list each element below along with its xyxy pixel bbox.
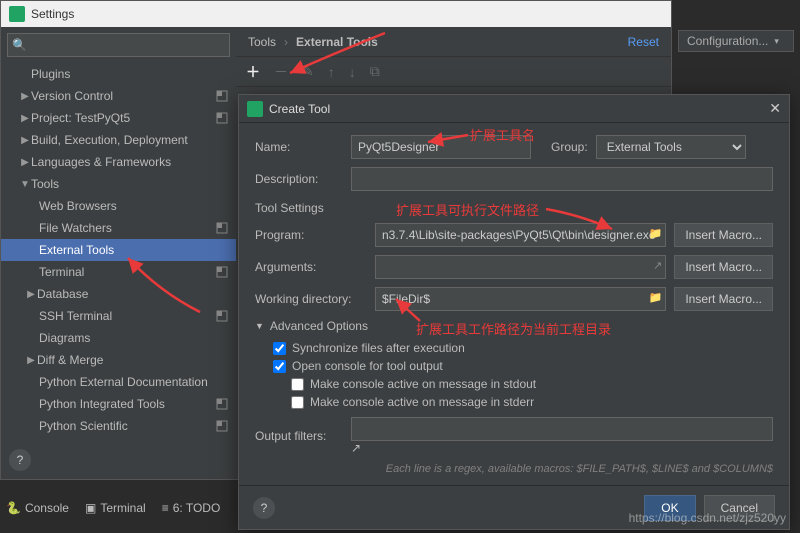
program-label: Program: (255, 228, 375, 242)
move-up-button[interactable]: ↑ (328, 64, 335, 80)
group-label: Group: (551, 140, 588, 154)
breadcrumb: Tools › External Tools Reset (236, 27, 671, 57)
terminal-icon: ▣ (85, 501, 96, 515)
filters-hint: Each line is a regex, available macros: … (255, 463, 773, 475)
sync-checkbox[interactable] (273, 342, 286, 355)
project-scope-icon (216, 90, 228, 102)
arguments-input[interactable] (375, 255, 666, 279)
name-input[interactable] (351, 135, 531, 159)
move-down-button[interactable]: ↓ (349, 64, 356, 80)
name-label: Name: (255, 140, 351, 154)
tree-database[interactable]: ▶Database (1, 283, 236, 305)
description-input[interactable] (351, 167, 773, 191)
project-scope-icon (216, 310, 228, 322)
ok-button[interactable]: OK (644, 495, 695, 521)
tree-py-ext-doc[interactable]: Python External Documentation (1, 371, 236, 393)
sync-checkbox-row: Synchronize files after execution (273, 341, 773, 355)
help-button[interactable]: ? (9, 449, 31, 471)
tree-version-control[interactable]: ▶Version Control (1, 85, 236, 107)
stderr-checkbox[interactable] (291, 396, 304, 409)
tree-diff-merge[interactable]: ▶Diff & Merge (1, 349, 236, 371)
breadcrumb-separator: › (284, 35, 288, 49)
tree-languages[interactable]: ▶Languages & Frameworks (1, 151, 236, 173)
stdout-checkbox-row: Make console active on message in stdout (291, 377, 773, 391)
copy-button[interactable]: ⧉ (370, 63, 380, 80)
project-scope-icon (216, 398, 228, 410)
config-label: Configuration... (687, 34, 768, 48)
description-label: Description: (255, 172, 351, 186)
filters-input[interactable] (351, 417, 773, 441)
group-select[interactable]: External Tools (596, 135, 746, 159)
dialog-help-button[interactable]: ? (253, 497, 275, 519)
chevron-down-icon: ▼ (255, 321, 264, 331)
console-icon: 🐍 (6, 501, 21, 515)
insert-macro-arguments[interactable]: Insert Macro... (674, 255, 773, 279)
project-scope-icon (216, 112, 228, 124)
program-input[interactable] (375, 223, 666, 247)
breadcrumb-leaf: External Tools (296, 35, 378, 49)
reset-link[interactable]: Reset (628, 35, 659, 49)
bottom-console[interactable]: 🐍Console (6, 501, 69, 515)
app-icon (9, 6, 25, 22)
tree-diagrams[interactable]: Diagrams (1, 327, 236, 349)
dialog-footer: ? OK Cancel (239, 485, 789, 529)
project-scope-icon (216, 420, 228, 432)
stderr-checkbox-row: Make console active on message in stderr (291, 395, 773, 409)
settings-titlebar: Settings (1, 1, 671, 27)
bottom-toolbar: 🐍Console ▣Terminal ≡6: TODO (6, 501, 220, 515)
breadcrumb-root[interactable]: Tools (248, 35, 276, 49)
tree-py-int-tools[interactable]: Python Integrated Tools (1, 393, 236, 415)
create-tool-dialog: Create Tool ✕ Name: Group: External Tool… (238, 94, 790, 530)
tree-project[interactable]: ▶Project: TestPyQt5 (1, 107, 236, 129)
chevron-down-icon: ▾ (774, 36, 779, 47)
arguments-label: Arguments: (255, 260, 375, 274)
tool-settings-section: Tool Settings (255, 201, 773, 215)
tree-tools[interactable]: ▼Tools (1, 173, 236, 195)
remove-button[interactable]: － (274, 62, 288, 82)
browse-icon[interactable]: 📁 (649, 227, 663, 240)
toolbar: ＋ － ✎ ↑ ↓ ⧉ (236, 57, 671, 87)
expand-icon[interactable]: ↗ (351, 441, 361, 455)
open-console-checkbox[interactable] (273, 360, 286, 373)
bottom-todo[interactable]: ≡6: TODO (162, 501, 221, 515)
tree-plugins[interactable]: Plugins (1, 63, 236, 85)
search-icon: 🔍 (12, 38, 27, 52)
search-input[interactable] (7, 33, 230, 57)
todo-icon: ≡ (162, 501, 169, 515)
add-button[interactable]: ＋ (246, 62, 260, 82)
run-configuration-dropdown[interactable]: Configuration... ▾ (678, 30, 794, 52)
settings-title: Settings (31, 7, 74, 21)
edit-button[interactable]: ✎ (302, 63, 314, 80)
dialog-titlebar: Create Tool ✕ (239, 95, 789, 123)
insert-macro-workdir[interactable]: Insert Macro... (674, 287, 773, 311)
close-icon[interactable]: ✕ (769, 100, 781, 117)
project-scope-icon (216, 266, 228, 278)
tree-external-tools[interactable]: External Tools (1, 239, 236, 261)
settings-tree: Plugins ▶Version Control ▶Project: TestP… (1, 63, 236, 441)
workdir-label: Working directory: (255, 292, 375, 306)
cancel-button[interactable]: Cancel (704, 495, 775, 521)
app-icon (247, 101, 263, 117)
expand-icon[interactable]: ↗ (653, 259, 662, 272)
tree-web-browsers[interactable]: Web Browsers (1, 195, 236, 217)
stdout-checkbox[interactable] (291, 378, 304, 391)
console-checkbox-row: Open console for tool output (273, 359, 773, 373)
settings-search: 🔍 (7, 33, 230, 57)
tree-build[interactable]: ▶Build, Execution, Deployment (1, 129, 236, 151)
bottom-terminal[interactable]: ▣Terminal (85, 501, 146, 515)
tree-ssh-terminal[interactable]: SSH Terminal (1, 305, 236, 327)
project-scope-icon (216, 222, 228, 234)
advanced-options-toggle[interactable]: ▼Advanced Options (255, 319, 773, 333)
browse-icon[interactable]: 📁 (649, 291, 663, 304)
tree-file-watchers[interactable]: File Watchers (1, 217, 236, 239)
dialog-title: Create Tool (269, 102, 330, 116)
tree-terminal[interactable]: Terminal (1, 261, 236, 283)
tree-py-sci[interactable]: Python Scientific (1, 415, 236, 437)
workdir-input[interactable] (375, 287, 666, 311)
insert-macro-program[interactable]: Insert Macro... (674, 223, 773, 247)
filters-label: Output filters: (255, 429, 351, 443)
